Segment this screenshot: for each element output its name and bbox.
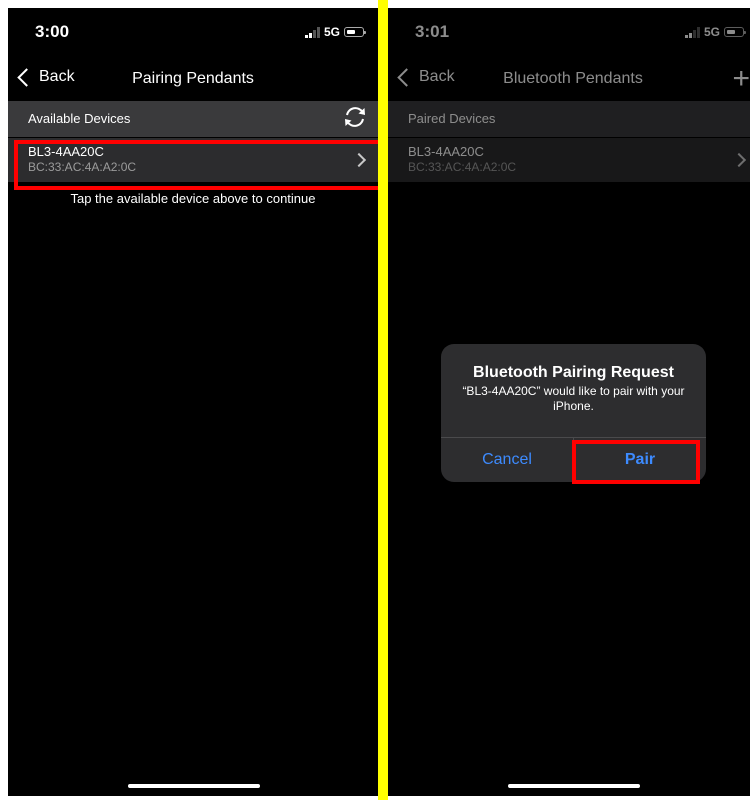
nav-bar: Back Pairing Pendants <box>8 64 378 100</box>
highlight-box-pair <box>572 440 700 484</box>
home-indicator <box>128 784 260 788</box>
highlight-box-device <box>14 140 378 190</box>
signal-icon <box>304 26 320 38</box>
alert-message: “BL3-4AA20C” would like to pair with you… <box>462 384 685 413</box>
status-time: 3:00 <box>35 22 70 41</box>
cancel-button[interactable]: Cancel <box>441 438 573 482</box>
status-indicators: 5G <box>304 25 366 39</box>
page-title: Pairing Pendants <box>132 70 254 87</box>
yellow-divider <box>378 0 388 800</box>
section-label: Available Devices <box>28 111 131 126</box>
hint-text: Tap the available device above to contin… <box>70 191 316 206</box>
alert-title: Bluetooth Pairing Request <box>473 364 674 381</box>
left-phone-screen: 3:00 5G Back Pairing Pendants Available … <box>8 8 378 796</box>
refresh-icon[interactable] <box>342 104 368 130</box>
battery-icon <box>344 27 366 37</box>
home-indicator <box>508 784 640 788</box>
network-label: 5G <box>323 25 340 39</box>
right-phone-screen: 3:01 5G Back Bluetooth Pendants + Paired… <box>388 8 750 796</box>
section-header: Available Devices <box>8 101 378 137</box>
